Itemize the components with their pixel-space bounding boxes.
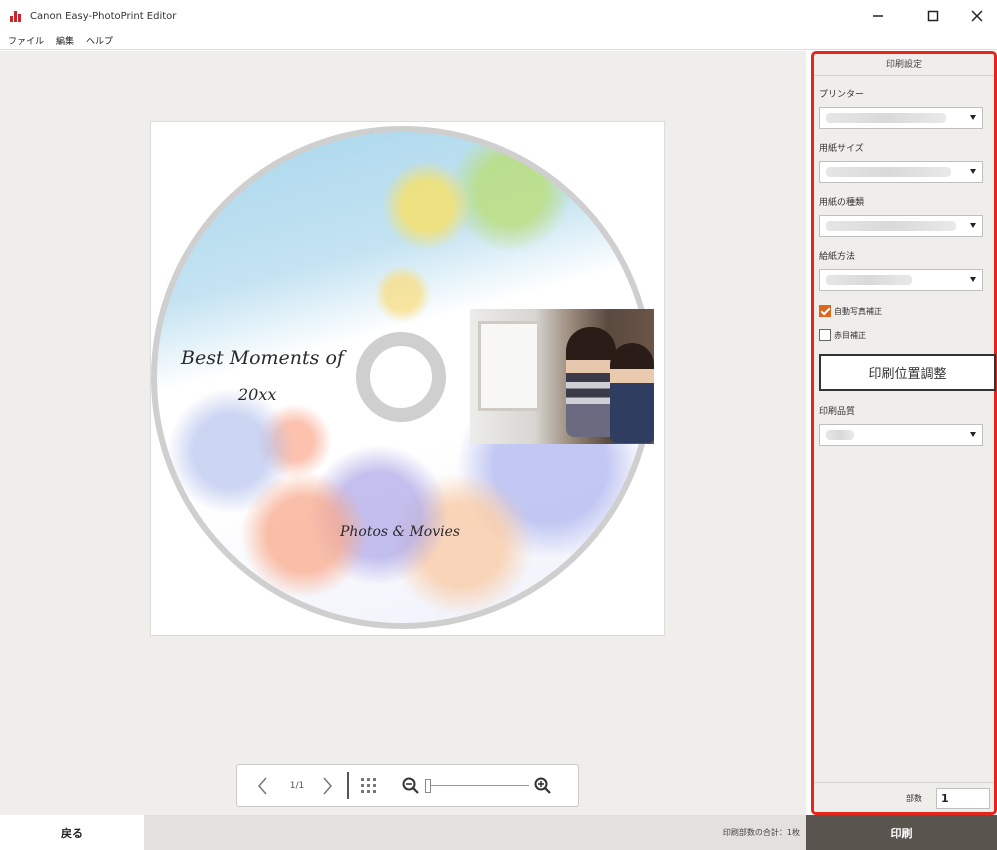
page-navigation-bar: 1/1 <box>236 764 579 807</box>
media-type-value <box>826 221 956 231</box>
paper-source-dropdown[interactable] <box>819 269 983 291</box>
chevron-right-icon[interactable] <box>313 771 343 801</box>
disc-photo[interactable] <box>470 309 654 444</box>
disc-title-line2[interactable]: 20xx <box>238 385 276 404</box>
app-logo-icon <box>10 10 24 22</box>
zoom-slider-thumb[interactable] <box>425 778 431 793</box>
grid-icon[interactable] <box>359 776 379 796</box>
red-eye-label: 赤目補正 <box>834 330 866 340</box>
paper-size-value <box>826 167 951 177</box>
print-settings-panel: 印刷設定 プリンター 用紙サイズ 用紙の種類 給紙方法 自動写真補正 赤目補正 … <box>811 51 997 815</box>
disc-subtitle[interactable]: Photos & Movies <box>340 524 460 540</box>
photo-child-2 <box>610 343 654 443</box>
red-eye-checkbox[interactable] <box>819 329 831 341</box>
paper-size-label: 用紙サイズ <box>819 144 864 154</box>
print-quality-dropdown[interactable] <box>819 424 983 446</box>
chevron-down-icon <box>970 223 976 228</box>
printer-value <box>826 113 946 123</box>
maximize-button[interactable] <box>913 0 953 32</box>
chevron-down-icon <box>970 432 976 437</box>
menu-file[interactable]: ファイル <box>8 34 44 47</box>
page-indicator: 1/1 <box>289 780 305 791</box>
disc-hole <box>356 332 446 422</box>
minimize-button[interactable] <box>858 0 898 32</box>
minimize-icon <box>873 15 883 17</box>
menu-bar: ファイル 編集 ヘルプ <box>0 32 997 50</box>
close-icon <box>971 10 983 22</box>
media-type-dropdown[interactable] <box>819 215 983 237</box>
paper-size-dropdown[interactable] <box>819 161 983 183</box>
printer-dropdown[interactable] <box>819 107 983 129</box>
bottom-bar: 戻る 印刷部数の合計：1枚 印刷 <box>0 815 997 850</box>
disc-title-line1[interactable]: Best Moments of <box>181 347 344 369</box>
auto-photo-fix-label: 自動写真補正 <box>834 306 882 316</box>
total-copies-text: 印刷部数の合計：1枚 <box>722 828 800 837</box>
maximize-icon <box>927 10 939 22</box>
chevron-down-icon <box>970 169 976 174</box>
print-button[interactable]: 印刷 <box>806 815 997 850</box>
menu-help[interactable]: ヘルプ <box>86 34 113 47</box>
print-quality-value <box>826 430 854 440</box>
copies-area: 部数 1 <box>814 782 994 812</box>
auto-photo-fix-option[interactable]: 自動写真補正 <box>819 305 882 317</box>
copies-label: 部数 <box>906 794 922 803</box>
paper-source-label: 給紙方法 <box>819 252 856 262</box>
close-button[interactable] <box>957 0 997 32</box>
chevron-down-icon <box>970 277 976 282</box>
zoom-slider[interactable] <box>425 778 529 793</box>
photo-window-detail <box>478 321 540 411</box>
title-bar: Canon Easy-PhotoPrint Editor <box>0 0 997 32</box>
chevron-left-icon[interactable] <box>247 771 277 801</box>
zoom-in-icon[interactable] <box>533 776 553 796</box>
panel-header: 印刷設定 <box>814 54 994 76</box>
window-title: Canon Easy-PhotoPrint Editor <box>30 10 177 22</box>
chevron-down-icon <box>970 115 976 120</box>
auto-photo-fix-checkbox[interactable] <box>819 305 831 317</box>
media-type-label: 用紙の種類 <box>819 198 865 208</box>
copies-input[interactable]: 1 <box>936 788 990 809</box>
zoom-out-icon[interactable] <box>401 776 421 796</box>
print-area-adjust-button[interactable]: 印刷位置調整 <box>819 354 996 391</box>
print-quality-label: 印刷品質 <box>819 407 856 417</box>
photo-child-1 <box>566 327 616 437</box>
nav-separator <box>347 772 349 799</box>
menu-edit[interactable]: 編集 <box>56 34 74 47</box>
paper-source-value <box>826 275 912 285</box>
back-button[interactable]: 戻る <box>0 815 144 850</box>
edit-workspace: Best Moments of 20xx Photos & Movies <box>0 51 806 815</box>
red-eye-option[interactable]: 赤目補正 <box>819 329 866 341</box>
printer-label: プリンター <box>819 90 865 100</box>
